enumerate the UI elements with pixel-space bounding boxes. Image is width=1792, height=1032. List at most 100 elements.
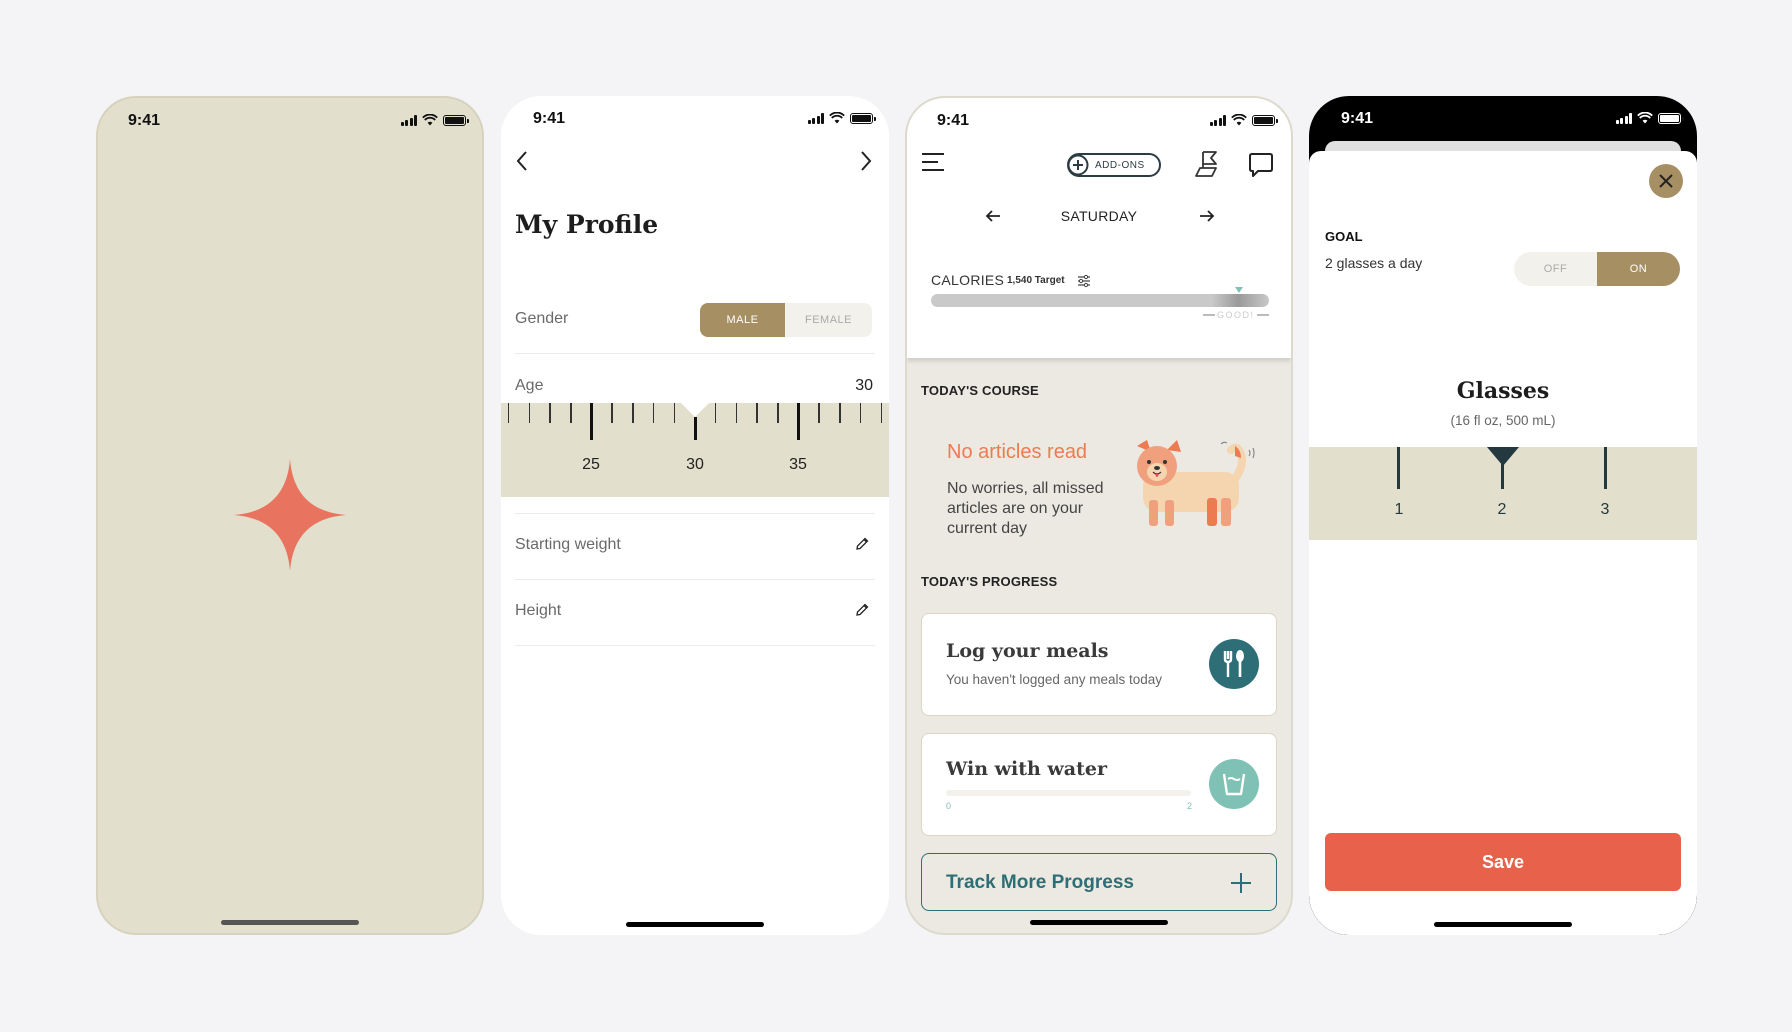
- course-title: No articles read: [947, 441, 1088, 463]
- status-time: 9:41: [937, 112, 970, 129]
- battery-icon: [1252, 114, 1278, 126]
- wifi-icon: [829, 112, 845, 124]
- log-meals-title: Log your meals: [946, 640, 1109, 662]
- unit-subtitle: (16 fl oz, 500 mL): [1450, 413, 1556, 428]
- ruler-tick: [528, 403, 531, 423]
- save-button[interactable]: Save: [1325, 833, 1681, 891]
- unit-title: Glasses: [1456, 378, 1550, 404]
- status-icons: [400, 114, 469, 126]
- calories-status-text: GOOD!: [1217, 310, 1255, 320]
- ruler-label: 25: [582, 456, 600, 473]
- ruler-label: 35: [789, 456, 807, 473]
- plus-circle-icon: [1067, 154, 1089, 176]
- ruler-tick: [1397, 447, 1400, 489]
- ruler-pointer: [1487, 447, 1519, 466]
- status-icons: [1615, 112, 1684, 124]
- flag-icon[interactable]: [1193, 150, 1219, 178]
- status-icons: [1209, 114, 1278, 126]
- ruler-tick: [777, 403, 779, 423]
- ruler-tick: [797, 403, 800, 440]
- ruler-tick: [880, 403, 883, 423]
- goal-heading: GOAL: [1325, 229, 1363, 244]
- age-value: 30: [855, 377, 873, 394]
- plus-icon: [1231, 873, 1251, 893]
- starting-weight-label[interactable]: Starting weight: [515, 536, 621, 554]
- track-more-label: Track More Progress: [946, 872, 1134, 893]
- ruler-tick: [507, 403, 510, 423]
- pencil-icon[interactable]: [855, 537, 869, 551]
- gender-label: Gender: [515, 310, 569, 327]
- ruler-tick: [839, 403, 841, 423]
- gender-option-male[interactable]: MALE: [700, 303, 785, 337]
- next-day-arrow-icon[interactable]: [1199, 209, 1215, 223]
- pencil-icon[interactable]: [855, 603, 869, 617]
- current-day: SATURDAY: [1060, 208, 1138, 224]
- ruler-tick: [673, 403, 676, 423]
- track-more-progress-button[interactable]: Track More Progress: [921, 853, 1277, 911]
- dog-illustration: [1137, 440, 1255, 526]
- ruler-tick: [1604, 447, 1607, 489]
- ruler-tick: [652, 403, 655, 423]
- signal-icon: [1615, 112, 1632, 124]
- wifi-icon: [1231, 114, 1247, 126]
- gender-toggle[interactable]: MALE FEMALE: [700, 303, 872, 337]
- water-goal-screen: 9:41 GOAL 2 glasses a day OFF ON Glasses…: [1309, 96, 1697, 935]
- profile-screen: 9:41 My Profile Gender MALE FEMALE Age 3…: [501, 96, 889, 935]
- ruler-label: 1: [1394, 501, 1404, 518]
- age-ruler[interactable]: 25 30 35: [501, 403, 889, 497]
- wifi-icon: [422, 114, 438, 126]
- divider: [515, 645, 875, 646]
- fork-spoon-icon[interactable]: [1209, 639, 1259, 689]
- water-card[interactable]: Win with water 0 2: [921, 733, 1277, 836]
- ruler-tick: [570, 403, 572, 423]
- filter-sliders-icon[interactable]: [1077, 274, 1091, 288]
- chat-bubble-icon[interactable]: [1248, 152, 1274, 178]
- battery-icon: [850, 112, 876, 124]
- battery-icon: [1658, 112, 1684, 124]
- dashboard-header: 9:41 ADD-ONS SATURDAY CALORIES 1,540 Tar…: [907, 98, 1291, 358]
- close-button[interactable]: [1649, 164, 1683, 198]
- status-time: 9:41: [533, 110, 566, 127]
- todays-course-heading: TODAY'S COURSE: [921, 383, 1039, 398]
- page-title: My Profile: [515, 210, 659, 239]
- course-body: No worries, all missed articles are on y…: [947, 480, 1104, 537]
- water-progress-track: [946, 790, 1191, 796]
- glasses-ruler[interactable]: 1 2 3: [1309, 447, 1697, 540]
- calories-status: GOOD!: [1203, 310, 1269, 320]
- status-time: 9:41: [1341, 110, 1374, 127]
- ruler-tick: [693, 417, 697, 440]
- goal-sheet: GOAL 2 glasses a day OFF ON Glasses (16 …: [1309, 151, 1697, 935]
- home-indicator: [1434, 922, 1572, 927]
- divider: [515, 579, 875, 580]
- calories-target: 1,540 Target: [1007, 275, 1065, 286]
- signal-icon: [400, 114, 417, 126]
- add-ons-label: ADD-ONS: [1095, 159, 1145, 171]
- toggle-on[interactable]: ON: [1597, 252, 1680, 286]
- calories-label: CALORIES: [931, 272, 1005, 288]
- ruler-label: 30: [686, 456, 704, 473]
- gender-option-female[interactable]: FEMALE: [785, 303, 872, 337]
- age-label: Age: [515, 377, 544, 394]
- goal-toggle[interactable]: OFF ON: [1514, 252, 1680, 286]
- water-min: 0: [946, 801, 952, 811]
- ruler-tick: [735, 403, 738, 423]
- add-ons-button[interactable]: ADD-ONS: [1067, 153, 1161, 177]
- divider: [515, 513, 875, 514]
- ruler-tick: [818, 403, 820, 423]
- ruler-tick: [632, 403, 634, 423]
- hamburger-menu-icon[interactable]: [921, 152, 945, 172]
- water-glass-icon[interactable]: [1209, 759, 1259, 809]
- ruler-tick: [590, 403, 593, 440]
- ruler-pointer: [681, 403, 709, 417]
- water-title: Win with water: [946, 758, 1107, 780]
- log-meals-card[interactable]: Log your meals You haven't logged any me…: [921, 613, 1277, 716]
- height-label[interactable]: Height: [515, 602, 561, 620]
- dashboard-screen: 9:41 ADD-ONS SATURDAY CALORIES 1,540 Tar…: [905, 96, 1293, 935]
- chevron-right-icon[interactable]: [859, 150, 873, 172]
- sparkle-star-icon: [234, 459, 346, 571]
- chevron-left-icon[interactable]: [515, 150, 529, 172]
- home-indicator: [221, 920, 359, 925]
- toggle-off[interactable]: OFF: [1514, 252, 1597, 286]
- home-indicator: [1030, 920, 1168, 925]
- ruler-tick: [859, 403, 862, 423]
